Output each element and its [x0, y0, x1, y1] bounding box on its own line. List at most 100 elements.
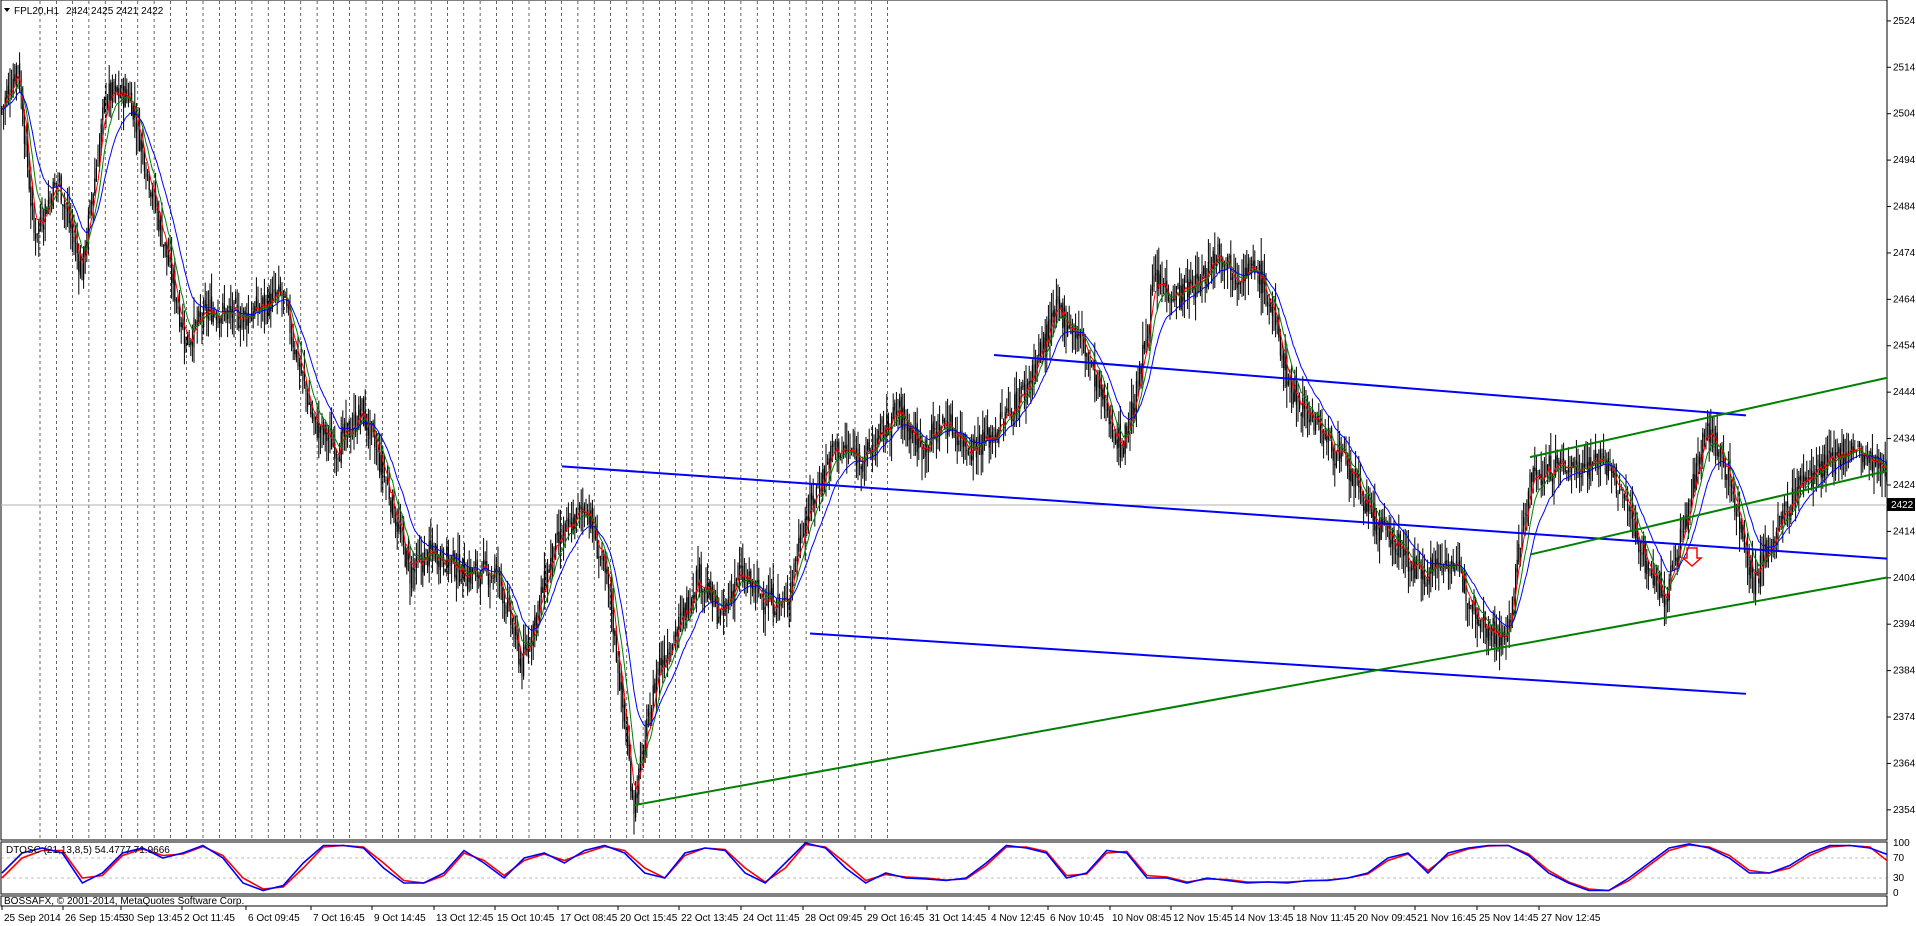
candle-body	[835, 448, 837, 450]
x-tick-label: 26 Sep 15:45	[65, 913, 125, 924]
candle-body	[1404, 549, 1406, 556]
candle-body	[1335, 450, 1337, 468]
candle-body	[542, 587, 544, 593]
candle-body	[467, 570, 469, 590]
candle-body	[1471, 604, 1473, 613]
candle-body	[668, 653, 670, 655]
candle-body	[1065, 309, 1067, 334]
candle-body	[1308, 419, 1310, 423]
candle-body	[78, 254, 80, 272]
candle-body	[228, 306, 230, 309]
candle-body	[59, 178, 61, 180]
candle-body	[188, 344, 190, 346]
candle-body	[1275, 303, 1277, 325]
candle-body	[215, 316, 217, 321]
candle-body	[156, 208, 158, 211]
candle-body	[1427, 580, 1429, 582]
candle-body	[406, 550, 408, 570]
candle-body	[662, 659, 664, 668]
candle-body	[390, 500, 392, 513]
candle-body	[892, 406, 894, 419]
candle-body	[311, 412, 313, 419]
candle-body	[1863, 455, 1865, 467]
candle-body	[619, 672, 621, 691]
candle-body	[1718, 451, 1720, 457]
candle-body	[1191, 281, 1193, 286]
candle-body	[49, 197, 51, 205]
candle-body	[359, 409, 361, 416]
candle-body	[211, 296, 213, 322]
candle-body	[1155, 273, 1157, 275]
candle-body	[36, 233, 38, 235]
candle-body	[1534, 467, 1536, 472]
candle-body	[812, 495, 814, 506]
candle-body	[855, 448, 857, 466]
candle-body	[1673, 565, 1675, 570]
candle-body	[766, 603, 768, 605]
candle-body	[150, 191, 152, 197]
candle-body	[1870, 451, 1872, 454]
candle-body	[107, 101, 109, 107]
candle-body	[383, 475, 385, 478]
candle-body	[1020, 386, 1022, 394]
x-tick-label: 10 Nov 08:45	[1112, 913, 1172, 924]
candle-body	[1479, 624, 1481, 628]
candle-body	[1059, 299, 1061, 310]
candle-body	[740, 565, 742, 568]
candle-body	[1339, 441, 1341, 459]
candle-body	[1731, 483, 1733, 489]
candle-body	[1551, 479, 1553, 482]
candle-body	[1836, 452, 1838, 455]
candle-body	[1398, 533, 1400, 558]
copyright-text: BOSSAFX, © 2001-2014, MetaQuotes Softwar…	[4, 896, 244, 907]
candle-body	[475, 563, 477, 566]
osc-axis-label: 0	[1893, 888, 1899, 899]
candle-body	[1411, 568, 1413, 571]
candle-body	[1628, 506, 1630, 512]
candle-body	[1646, 561, 1648, 575]
candle-body	[1783, 505, 1785, 507]
candle-body	[1558, 462, 1560, 465]
candle-body	[1582, 463, 1584, 473]
candle-body	[172, 273, 174, 284]
candle-body	[89, 201, 91, 215]
candle-body	[796, 556, 798, 562]
candle-body	[489, 579, 491, 588]
candle-body	[1409, 566, 1411, 572]
candle-body	[625, 725, 627, 741]
candle-body	[385, 480, 387, 482]
candle-body	[1375, 525, 1377, 535]
candle-body	[31, 203, 33, 206]
candle-body	[1486, 628, 1488, 638]
candle-body	[683, 607, 685, 617]
candle-body	[492, 577, 494, 579]
candle-body	[1739, 511, 1741, 530]
candle-body	[65, 205, 67, 209]
y-tick-label: 2374	[1893, 712, 1916, 723]
candle-body	[780, 603, 782, 606]
osc-axis-label: 70	[1893, 853, 1905, 864]
candle-body	[1143, 342, 1145, 349]
candle-body	[417, 557, 419, 559]
candle-body	[223, 306, 225, 310]
candle-body	[934, 428, 936, 430]
candle-body	[183, 327, 185, 345]
candle-body	[302, 371, 304, 374]
candle-body	[1071, 328, 1073, 334]
candle-body	[628, 744, 630, 760]
candle-body	[1847, 451, 1849, 454]
y-tick-label: 2364	[1893, 758, 1916, 769]
candle-body	[1857, 444, 1859, 448]
candle-body	[415, 553, 417, 568]
candle-body	[969, 454, 971, 460]
candle-body	[316, 419, 318, 438]
candle-body	[1006, 407, 1008, 413]
candle-body	[387, 478, 389, 484]
y-tick-label: 2434	[1893, 434, 1916, 445]
candle-body	[566, 519, 568, 521]
chart-window[interactable]: FPL20,H1 2424 2425 2421 2422 2524 2514 250…	[0, 0, 1916, 926]
x-tick-label: 25 Nov 14:45	[1479, 913, 1539, 924]
candle-body	[1324, 430, 1326, 440]
candle-body	[1371, 512, 1373, 518]
candle-body	[30, 186, 32, 207]
